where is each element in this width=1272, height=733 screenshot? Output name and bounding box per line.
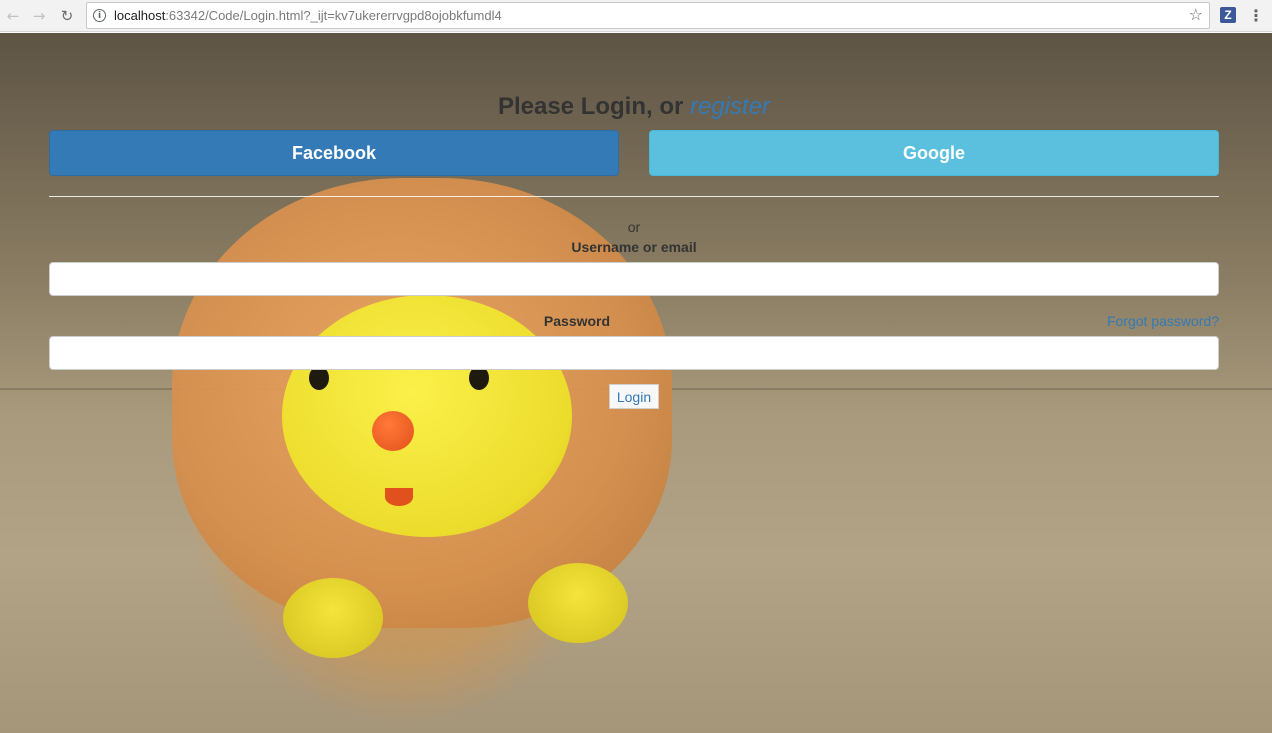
google-login-button[interactable]: Google	[649, 130, 1219, 176]
plush-toy-foot-left	[283, 578, 383, 658]
page-background: Please Login, or register Facebook Googl…	[0, 33, 1272, 733]
browser-toolbar: ← → ↻ i localhost:63342/Code/Login.html?…	[0, 0, 1272, 32]
or-separator-text: or	[627, 219, 641, 235]
register-link[interactable]: register	[690, 93, 770, 120]
reload-icon[interactable]: ↻	[57, 6, 77, 26]
page-title: Please Login, or register	[0, 93, 1268, 121]
back-arrow-icon[interactable]: ←	[3, 6, 23, 26]
star-icon[interactable]: ☆	[1189, 5, 1203, 24]
plush-toy-mouth	[385, 488, 413, 506]
plush-toy-face	[282, 295, 572, 537]
forward-arrow-icon[interactable]: →	[29, 6, 49, 26]
username-input[interactable]	[49, 262, 1219, 296]
url-path: :63342/Code/Login.html?_ijt=kv7ukererrvg…	[165, 8, 502, 23]
heading-text: Please Login, or	[497, 93, 690, 120]
forgot-password-link[interactable]: Forgot password?	[1107, 313, 1219, 329]
login-button[interactable]: Login	[609, 384, 659, 409]
info-icon[interactable]: i	[93, 9, 106, 22]
password-input[interactable]	[49, 336, 1219, 370]
password-label: Password	[543, 313, 611, 329]
url-text[interactable]: localhost:63342/Code/Login.html?_ijt=kv7…	[114, 8, 502, 23]
username-label: Username or email	[571, 239, 697, 255]
plush-toy-foot-right	[528, 563, 628, 643]
divider	[49, 196, 1219, 197]
address-bar[interactable]: i localhost:63342/Code/Login.html?_ijt=k…	[86, 2, 1210, 29]
menu-icon[interactable]: ⋮	[1248, 5, 1264, 25]
url-host: localhost	[114, 8, 166, 23]
extension-icon[interactable]: Z	[1220, 7, 1236, 23]
plush-toy-nose	[372, 411, 414, 451]
facebook-login-button[interactable]: Facebook	[49, 130, 619, 176]
